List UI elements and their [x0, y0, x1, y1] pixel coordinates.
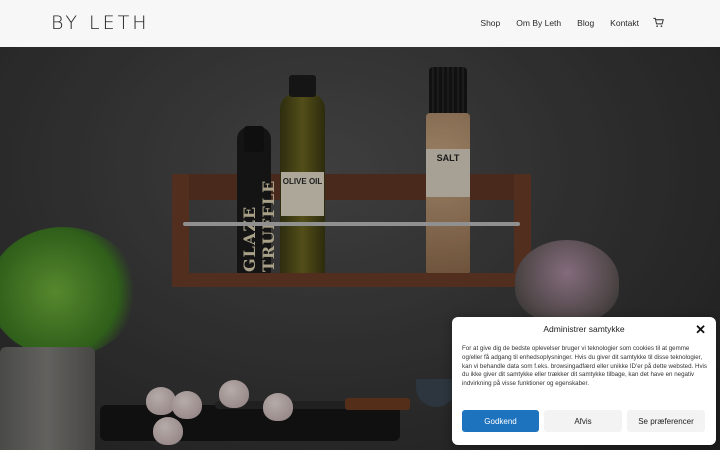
- accept-button[interactable]: Godkend: [462, 410, 539, 432]
- nav-item-contact[interactable]: Kontakt: [610, 18, 639, 28]
- cookie-title: Administrer samtykke: [543, 324, 625, 334]
- site-header: BY LETH Shop Om By Leth Blog Kontakt: [0, 0, 720, 47]
- close-icon[interactable]: ✕: [695, 323, 706, 336]
- cart-icon[interactable]: [653, 17, 664, 28]
- cookie-description: For at give dig de bedste oplevelser bru…: [462, 345, 708, 388]
- site-logo[interactable]: BY LETH: [51, 12, 150, 34]
- nav-item-shop[interactable]: Shop: [480, 18, 500, 28]
- deny-button[interactable]: Afvis: [544, 410, 622, 432]
- nav-item-about[interactable]: Om By Leth: [516, 18, 561, 28]
- preferences-button[interactable]: Se præferencer: [627, 410, 705, 432]
- nav-item-blog[interactable]: Blog: [577, 18, 594, 28]
- main-nav: Shop Om By Leth Blog Kontakt: [464, 17, 664, 28]
- cookie-consent-dialog: Administrer samtykke ✕ For at give dig d…: [452, 317, 716, 445]
